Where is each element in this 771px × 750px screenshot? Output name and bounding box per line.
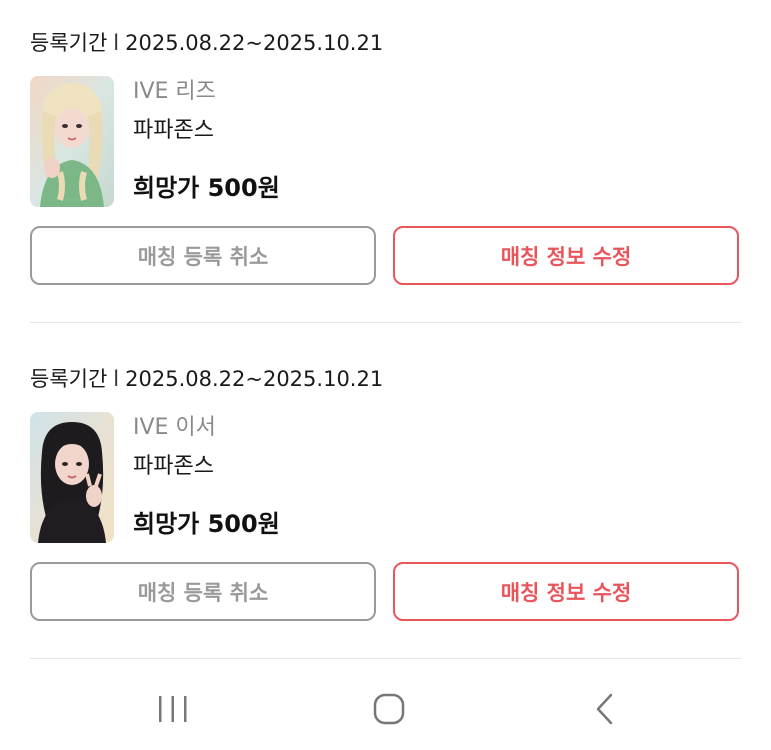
seller-name: 파파존스 (133, 454, 214, 479)
card-divider (30, 322, 741, 323)
period-separator: l (113, 367, 120, 391)
system-navigation-bar (0, 665, 771, 750)
match-card: 등록기간 l 2025.08.22~2025.10.21 (0, 336, 771, 672)
cancel-match-registration-button[interactable]: 매칭 등록 취소 (30, 562, 376, 621)
artist-member-name: IVE 리즈 (133, 79, 216, 104)
photocard-thumbnail[interactable] (30, 412, 114, 543)
desired-price: 희망가 500원 (133, 174, 280, 202)
recent-apps-icon (159, 696, 187, 722)
back-icon (596, 693, 613, 725)
card-divider (30, 658, 741, 659)
cancel-match-registration-button[interactable]: 매칭 등록 취소 (30, 226, 376, 285)
home-button[interactable] (359, 687, 419, 731)
photocard-thumbnail[interactable] (30, 76, 114, 207)
artist-member-name: IVE 이서 (133, 415, 216, 440)
seller-name: 파파존스 (133, 118, 214, 143)
period-label: 등록기간 (30, 367, 108, 391)
registration-period: 등록기간 l 2025.08.22~2025.10.21 (30, 28, 383, 58)
home-icon (373, 693, 405, 725)
recent-apps-button[interactable] (143, 687, 203, 731)
edit-match-info-button[interactable]: 매칭 정보 수정 (393, 226, 739, 285)
period-value: 2025.08.22~2025.10.21 (125, 367, 384, 391)
registration-period: 등록기간 l 2025.08.22~2025.10.21 (30, 364, 383, 394)
desired-price: 희망가 500원 (133, 510, 280, 538)
period-value: 2025.08.22~2025.10.21 (125, 31, 384, 55)
edit-match-info-button[interactable]: 매칭 정보 수정 (393, 562, 739, 621)
period-label: 등록기간 (30, 31, 108, 55)
match-card: 등록기간 l 2025.08.22~2025.10.21 (0, 0, 771, 336)
back-button[interactable] (575, 687, 635, 731)
photocard-leeseo-image (30, 412, 114, 543)
period-separator: l (113, 31, 120, 55)
photocard-liz-image (30, 76, 114, 207)
